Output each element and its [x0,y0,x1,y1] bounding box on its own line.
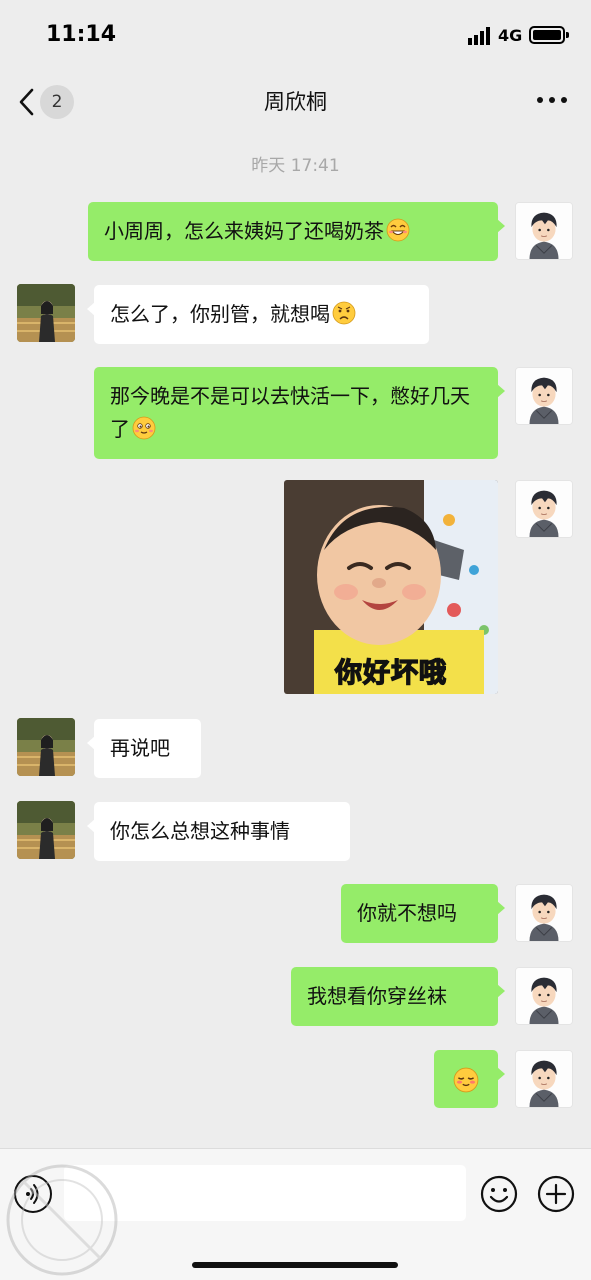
shy-emoji-icon [132,416,156,440]
ellipsis-icon[interactable] [535,90,569,110]
message-bubble-sent[interactable]: 你就不想吗 [341,884,505,943]
battery-tip [566,32,569,38]
network-label: 4G [498,26,523,45]
smiley-icon[interactable] [479,1174,519,1214]
message-bubble-received[interactable]: 你怎么总想这种事情 [87,802,350,861]
plus-icon[interactable] [536,1174,576,1214]
message-text: 你怎么总想这种事情 [110,819,290,843]
avatar-me[interactable] [515,202,573,260]
message-bubble-received[interactable]: 怎么了，你别管，就想喝 [87,285,429,344]
blush-emoji-icon [453,1067,479,1093]
status-time: 11:14 [46,22,117,47]
battery-icon [529,26,565,44]
sticker-image[interactable]: 你好坏哦 [284,480,498,694]
sad-emoji-icon [332,301,356,325]
chat-timestamp: 昨天 17:41 [251,156,340,176]
avatar-me[interactable] [515,367,573,425]
message-text: 怎么了，你别管，就想喝 [110,302,330,326]
avatar-me[interactable] [515,480,573,538]
message-bubble-sent[interactable]: 我想看你穿丝袜 [291,967,505,1026]
message-input[interactable] [64,1165,466,1221]
message-text: 再说吧 [110,736,170,760]
voice-button[interactable] [14,1175,52,1213]
input-bar [0,1148,591,1280]
sticker-caption: 你好坏哦 [334,657,447,689]
message-bubble-sent[interactable]: 小周周，怎么来姨妈了还喝奶茶 [88,202,505,261]
nav-bar: 2 周欣桐 [0,70,591,132]
message-bubble-received[interactable]: 再说吧 [87,719,201,778]
avatar-contact[interactable] [17,801,75,859]
message-text: 我想看你穿丝袜 [307,984,447,1008]
avatar-contact[interactable] [17,284,75,342]
message-text: 那今晚是不是可以去快活一下，憋好几天了 [110,384,470,441]
avatar-contact[interactable] [17,718,75,776]
signal-icon [468,27,490,45]
voice-icon [26,1184,39,1204]
grin-emoji-icon [386,218,410,242]
message-bubble-sent[interactable] [434,1050,505,1108]
message-text: 你就不想吗 [357,901,457,925]
message-text: 小周周，怎么来姨妈了还喝奶茶 [104,219,384,243]
avatar-me[interactable] [515,967,573,1025]
avatar-me[interactable] [515,884,573,942]
chat-title: 周欣桐 [264,90,327,114]
status-bar: 11:14 4G [0,0,591,70]
avatar-me[interactable] [515,1050,573,1108]
home-indicator [192,1262,398,1268]
message-bubble-sent[interactable]: 那今晚是不是可以去快活一下，憋好几天了 [94,367,505,459]
